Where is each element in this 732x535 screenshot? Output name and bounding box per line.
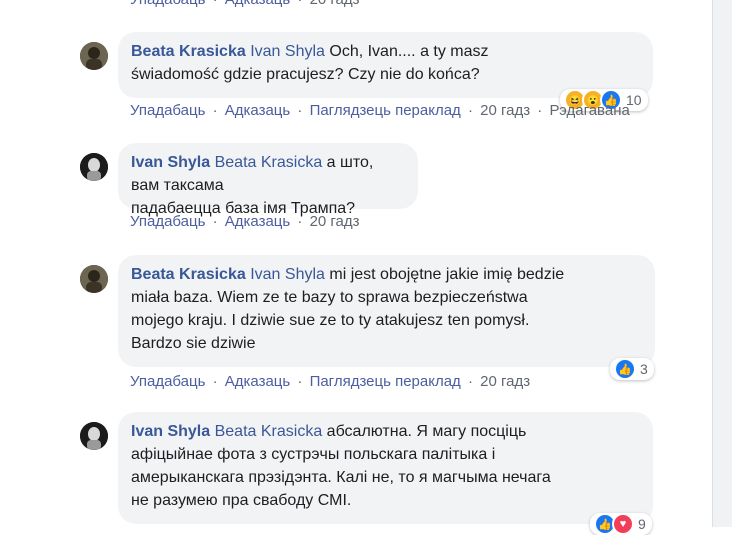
edited-label: Рэдагавана (549, 102, 630, 119)
like-link[interactable]: Упадабаць (130, 0, 205, 8)
reply-link[interactable]: Адказаць (225, 373, 290, 390)
reaction-count: 9 (638, 516, 646, 532)
avatar-beata[interactable] (80, 265, 108, 293)
comment-author[interactable]: Beata Krasicka (131, 43, 246, 60)
comment-author[interactable]: Ivan Shyla (131, 154, 210, 171)
avatar-ivan[interactable] (80, 153, 108, 181)
comment-mention[interactable]: Beata Krasicka (215, 423, 323, 440)
see-translation-link[interactable]: Паглядзець пераклад (310, 373, 461, 390)
like-link[interactable]: Упадабаць (130, 373, 205, 390)
comment-text: афіцыйнае фота з сустрэчы польскага палі… (131, 446, 496, 463)
like-link[interactable]: Упадабаць (130, 213, 205, 230)
comment-bubble: Beata Krasicka Ivan Shyla mi jest obojęt… (118, 255, 655, 367)
comment-time[interactable]: 20 гадз (480, 373, 530, 390)
reply-link[interactable]: Адказаць (225, 213, 290, 230)
comment-bubble: Ivan Shyla Beata Krasicka абсалютна. Я м… (118, 412, 653, 524)
comment-mention[interactable]: Ivan Shyla (250, 266, 325, 283)
comment-actions: Упадабаць · Адказаць · Паглядзець перакл… (130, 373, 531, 390)
comment-actions: Упадабаць · Адказаць · 20 гадз (130, 213, 360, 230)
reaction-summary[interactable]: 👍 ♥ 9 (590, 513, 652, 535)
avatar-ivan[interactable] (80, 422, 108, 450)
comment-text: абсалютна. Я магу посціць (322, 423, 527, 440)
like-icon: 👍 (614, 358, 636, 380)
comment-text: świadomość gdzie pracujesz? Czy nie do k… (131, 66, 480, 83)
comment-text: Och, Ivan.... a ty masz (324, 43, 489, 60)
comment-mention[interactable]: Ivan Shyla (250, 43, 325, 60)
comment-author[interactable]: Beata Krasicka (131, 266, 246, 283)
comment-time[interactable]: 20 гадз (480, 102, 530, 119)
comment-time[interactable]: 20 гадз (310, 213, 360, 230)
comment-bubble: Ivan Shyla Beata Krasicka а што, вам так… (118, 143, 418, 217)
see-translation-link[interactable]: Паглядзець пераклад (310, 102, 461, 119)
avatar-beata[interactable] (80, 42, 108, 70)
comment-text: mojego kraju. I dziwie sue ze to ty atak… (131, 312, 530, 329)
comment-text: не разумею пра свабоду СМІ. (131, 492, 352, 509)
reply-link[interactable]: Адказаць (225, 0, 290, 8)
reaction-summary[interactable]: 👍 3 (610, 358, 654, 380)
comment-actions-top: Упадабаць · Адказаць · 20 гадз (130, 0, 360, 8)
comment-text: mi jest obojętne jakie imię bedzie (324, 266, 565, 283)
comment-time[interactable]: 20 гадз (310, 0, 360, 8)
comment-actions: Упадабаць · Адказаць · Паглядзець перакл… (130, 102, 630, 119)
comment-mention[interactable]: Beata Krasicka (215, 154, 323, 171)
like-link[interactable]: Упадабаць (130, 102, 205, 119)
comment-text: Bardzo sie dziwie (131, 335, 256, 352)
comment-text: miała baza. Wiem ze te bazy to sprawa be… (131, 289, 528, 306)
right-scroll-gutter (712, 0, 732, 527)
love-icon: ♥ (612, 513, 634, 535)
reaction-count: 3 (640, 361, 648, 377)
comment-text: амерыканскага прэзідэнта. Калі не, то я … (131, 469, 551, 486)
comment-author[interactable]: Ivan Shyla (131, 423, 210, 440)
reply-link[interactable]: Адказаць (225, 102, 290, 119)
